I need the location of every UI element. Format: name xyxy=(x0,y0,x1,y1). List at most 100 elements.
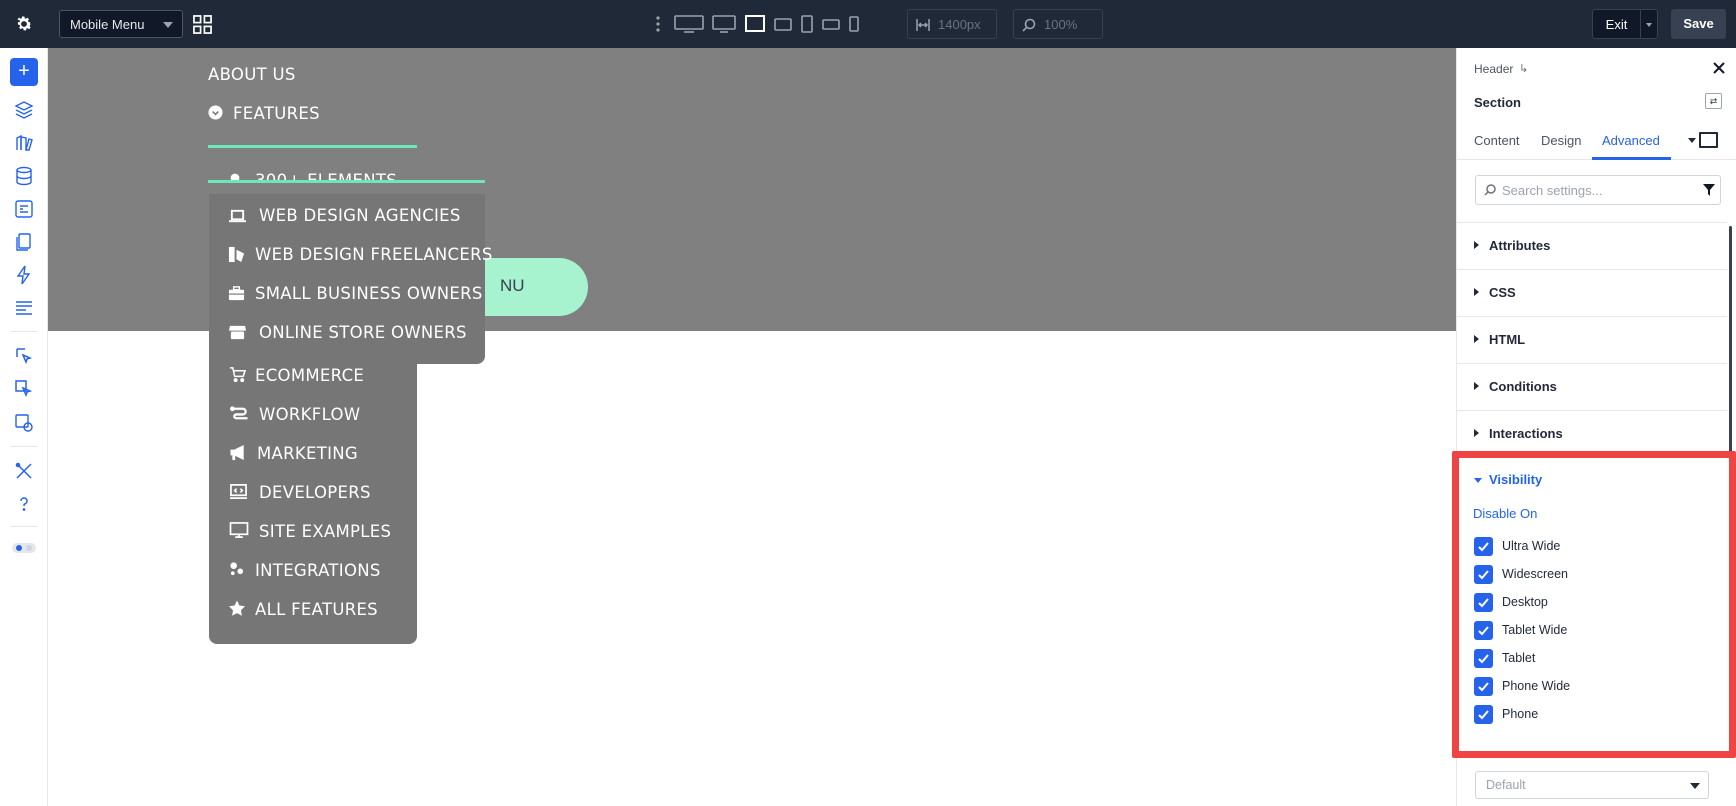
close-icon[interactable] xyxy=(1711,60,1727,76)
help-icon[interactable] xyxy=(14,494,34,514)
exit-dropdown-icon[interactable] xyxy=(1640,10,1657,38)
tools-icon[interactable] xyxy=(14,461,34,481)
zoom-field[interactable]: 100% xyxy=(1013,9,1103,39)
canvas-width-value: 1400px xyxy=(938,17,981,32)
section-html-label: HTML xyxy=(1489,332,1526,347)
editor-canvas[interactable]: ABOUT US FEATURES 300+ ELEMENTS NU WEB D… xyxy=(48,48,1456,806)
laptop-icon xyxy=(229,209,246,223)
tablet-wide-icon[interactable] xyxy=(774,13,792,35)
megaphone-icon xyxy=(230,444,244,461)
submenu-item-ecommerce[interactable]: ECOMMERCE xyxy=(255,366,364,385)
grid-icon[interactable] xyxy=(193,15,212,34)
chevron-down-icon xyxy=(1690,783,1700,789)
breakpoint-square-icon[interactable] xyxy=(1699,132,1718,148)
caret-right-icon xyxy=(1474,335,1479,343)
width-icon xyxy=(916,19,930,31)
breadcrumb[interactable]: Header xyxy=(1474,62,1513,76)
more-vertical-icon[interactable] xyxy=(650,13,666,35)
cart-icon xyxy=(229,367,246,383)
submenu-top-border xyxy=(208,180,485,183)
submenu-item-marketing[interactable]: MARKETING xyxy=(257,444,358,463)
mobile-menu-select[interactable]: Mobile Menu xyxy=(59,10,183,38)
section-attributes[interactable]: Attributes xyxy=(1457,223,1727,270)
components-icon[interactable] xyxy=(14,413,34,433)
arrow-circle-down-icon xyxy=(208,105,223,120)
store-icon xyxy=(229,325,246,340)
forms-icon[interactable] xyxy=(14,199,34,219)
tab-content[interactable]: Content xyxy=(1474,133,1520,148)
mobile-menu-select-value: Mobile Menu xyxy=(70,17,145,32)
section-css-label: CSS xyxy=(1489,285,1516,300)
tablet-icon[interactable] xyxy=(800,13,814,35)
canvas-width-field[interactable]: 1400px xyxy=(907,9,997,39)
exit-button[interactable]: Exit xyxy=(1592,9,1658,39)
briefcase-icon xyxy=(228,286,245,301)
breadcrumb-arrow-icon: ↳ xyxy=(1519,63,1529,75)
cursor-select-icon[interactable] xyxy=(14,346,34,366)
add-icon[interactable]: + xyxy=(10,58,38,86)
section-attributes-label: Attributes xyxy=(1489,238,1551,253)
settings-list-icon[interactable] xyxy=(14,298,34,318)
gear-icon[interactable] xyxy=(14,14,34,34)
caret-right-icon xyxy=(1474,382,1479,390)
filter-icon[interactable] xyxy=(1703,184,1715,196)
save-button[interactable]: Save xyxy=(1671,9,1726,39)
tools-icon xyxy=(228,246,245,263)
zoom-icon xyxy=(1022,18,1036,32)
panel-tabs: Content Design Advanced xyxy=(1457,126,1736,160)
search-icon xyxy=(1484,184,1496,196)
breakpoint-switcher xyxy=(650,13,860,35)
sidebar-divider xyxy=(10,446,38,447)
submenu-item-web-design-freelancers[interactable]: WEB DESIGN FREELANCERS xyxy=(255,245,493,264)
caret-right-icon xyxy=(1474,288,1479,296)
cursor-multi-icon[interactable] xyxy=(14,379,34,399)
templates-icon[interactable] xyxy=(14,133,34,153)
menu-item-features[interactable]: FEATURES xyxy=(233,104,320,123)
submenu-item-all-features[interactable]: ALL FEATURES xyxy=(255,600,378,619)
tab-advanced[interactable]: Advanced xyxy=(1602,133,1660,148)
phone-icon[interactable] xyxy=(848,13,860,35)
submenu-item-online-store-owners[interactable]: ONLINE STORE OWNERS xyxy=(259,323,467,342)
workflow-icon xyxy=(230,406,248,420)
submenu-item-site-examples[interactable]: SITE EXAMPLES xyxy=(259,522,391,541)
chevron-down-icon[interactable] xyxy=(1688,138,1696,143)
section-css[interactable]: CSS xyxy=(1457,270,1727,317)
exit-label: Exit xyxy=(1605,17,1628,32)
section-html[interactable]: HTML xyxy=(1457,317,1727,364)
layers-icon[interactable] xyxy=(14,100,34,120)
widescreen-icon[interactable] xyxy=(712,13,736,35)
visibility-select-value: Default xyxy=(1486,778,1526,792)
toggle-icon[interactable] xyxy=(11,538,37,558)
code-icon xyxy=(230,484,247,499)
desktop-icon[interactable] xyxy=(744,13,766,35)
interactions-icon[interactable] xyxy=(14,265,34,285)
swap-icon[interactable]: ⇄ xyxy=(1705,93,1722,109)
search-placeholder: Search settings... xyxy=(1502,183,1603,198)
database-icon[interactable] xyxy=(14,166,34,186)
caret-right-icon xyxy=(1474,429,1479,437)
submenu-item-workflow[interactable]: WORKFLOW xyxy=(259,405,360,424)
sidebar-divider xyxy=(10,526,38,527)
menu-item-about-us[interactable]: ABOUT US xyxy=(208,65,296,84)
search-settings-input[interactable]: Search settings... xyxy=(1475,175,1721,205)
pages-icon[interactable] xyxy=(14,232,34,252)
zoom-value: 100% xyxy=(1044,17,1078,32)
submenu-item-integrations[interactable]: INTEGRATIONS xyxy=(255,561,381,580)
mobile-menu-button-label: NU xyxy=(500,276,525,295)
tab-design[interactable]: Design xyxy=(1541,133,1581,148)
ultra-wide-icon[interactable] xyxy=(674,13,704,35)
section-interactions-label: Interactions xyxy=(1489,426,1563,441)
monitor-icon xyxy=(229,522,249,538)
top-toolbar: Mobile Menu 1400px 100% Exit Save xyxy=(0,0,1736,48)
submenu-item-developers[interactable]: DEVELOPERS xyxy=(259,483,371,502)
submenu-item-web-design-agencies[interactable]: WEB DESIGN AGENCIES xyxy=(259,206,461,225)
section-conditions[interactable]: Conditions xyxy=(1457,364,1727,411)
visibility-highlight-frame xyxy=(1452,451,1736,758)
puzzle-icon xyxy=(230,562,244,576)
caret-right-icon xyxy=(1474,241,1479,249)
visibility-select[interactable]: Default xyxy=(1475,771,1709,799)
chevron-down-icon xyxy=(163,22,173,28)
panel-title: Section xyxy=(1474,95,1521,110)
phone-wide-icon[interactable] xyxy=(822,13,840,35)
submenu-item-small-business-owners[interactable]: SMALL BUSINESS OWNERS xyxy=(255,284,483,303)
